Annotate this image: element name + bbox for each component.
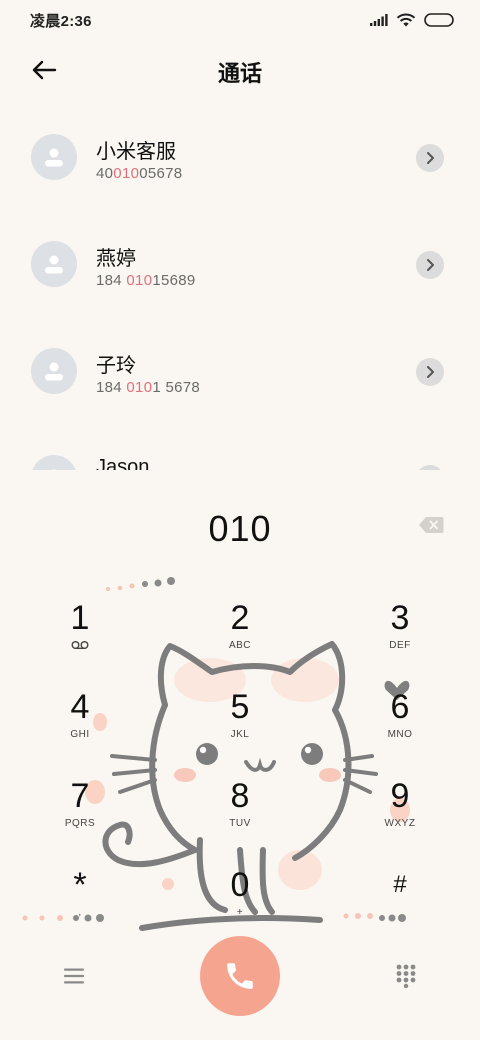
key-digit: 9	[390, 777, 410, 815]
person-icon	[51, 469, 57, 470]
key-8[interactable]: 8 TUV	[185, 768, 295, 848]
wifi-icon	[396, 13, 416, 27]
key-9[interactable]: 9 WXYZ	[345, 768, 455, 848]
list-item[interactable]: Jason	[0, 425, 480, 470]
contact-list[interactable]: 小米客服 4001005678 燕婷 184 01015689 子玲 184 0…	[0, 104, 480, 470]
contact-number: 184 0101 5678	[96, 379, 201, 396]
key-digit: 8	[230, 777, 250, 815]
key-digit: *	[73, 866, 87, 904]
key-letters	[71, 640, 89, 652]
key-letters: JKL	[230, 729, 250, 740]
person-icon	[45, 255, 63, 274]
contact-name: 燕婷	[96, 248, 136, 270]
key-digit: 4	[70, 688, 90, 726]
avatar	[31, 241, 77, 287]
contact-detail-button[interactable]	[416, 144, 444, 172]
backspace-icon	[419, 517, 444, 533]
contact-detail-button[interactable]	[416, 358, 444, 386]
contact-name: 子玲	[96, 355, 136, 377]
key-letters: ,	[78, 907, 82, 918]
page-title: 通话	[217, 61, 262, 86]
key-digit: 6	[390, 688, 410, 726]
phone-icon	[227, 963, 253, 989]
chevron-right-icon	[427, 366, 434, 378]
contact-name: 小米客服	[96, 141, 176, 163]
key-letters: GHI	[70, 729, 90, 740]
voicemail-icon	[71, 641, 89, 650]
backspace-button[interactable]	[418, 516, 444, 536]
key-letters: ABC	[228, 640, 252, 651]
key-letters: PQRS	[64, 818, 96, 829]
contact-number: 4001005678	[96, 165, 183, 182]
dialpad: 1 2 ABC 3 DEF 4 GHI 5 JKL 6 MNO 7 PQRS 8…	[0, 590, 480, 930]
avatar	[31, 134, 77, 180]
signal-icon	[370, 14, 388, 26]
chevron-right-icon	[427, 152, 434, 164]
person-icon	[45, 148, 63, 167]
key-2[interactable]: 2 ABC	[185, 590, 295, 670]
menu-icon	[64, 968, 84, 984]
bottom-bar	[0, 930, 480, 1040]
avatar	[31, 455, 77, 470]
key-digit: 5	[230, 688, 250, 726]
key-digit: 1	[70, 599, 90, 637]
key-star[interactable]: * ,	[25, 857, 135, 937]
key-7[interactable]: 7 PQRS	[25, 768, 135, 848]
key-0[interactable]: 0 +	[185, 857, 295, 937]
key-digit: 3	[390, 599, 410, 637]
contact-number: 184 01015689	[96, 272, 196, 289]
key-hash[interactable]: #	[345, 857, 455, 937]
key-5[interactable]: 5 JKL	[185, 679, 295, 759]
contact-detail-button[interactable]	[416, 251, 444, 279]
person-icon	[45, 362, 63, 381]
list-item[interactable]: 子玲 184 0101 5678	[0, 318, 480, 424]
key-digit: 2	[230, 599, 250, 637]
status-bar: 凌晨2:36	[0, 0, 480, 40]
key-digit: 7	[70, 777, 90, 815]
key-letters: WXYZ	[384, 818, 416, 829]
menu-button[interactable]	[58, 962, 90, 990]
call-button[interactable]	[200, 936, 280, 1016]
chevron-right-icon	[427, 259, 434, 271]
dialer-display: 010	[0, 500, 480, 556]
key-4[interactable]: 4 GHI	[25, 679, 135, 759]
key-6[interactable]: 6 MNO	[345, 679, 455, 759]
header: 通话	[0, 48, 480, 92]
key-letters: MNO	[387, 729, 413, 740]
key-letters: DEF	[389, 640, 411, 651]
contact-detail-button[interactable]	[416, 465, 444, 470]
contact-name: Jason	[96, 456, 150, 470]
dialpad-icon	[396, 964, 416, 988]
key-letters: +	[236, 907, 244, 918]
key-letters: TUV	[229, 818, 251, 829]
dialed-number: 010	[208, 508, 272, 549]
list-item[interactable]: 燕婷 184 01015689	[0, 211, 480, 317]
list-item[interactable]: 小米客服 4001005678	[0, 104, 480, 210]
status-icons	[370, 13, 454, 27]
avatar	[31, 348, 77, 394]
key-digit: 0	[230, 866, 250, 904]
key-digit: #	[393, 871, 407, 898]
key-1[interactable]: 1	[25, 590, 135, 670]
key-3[interactable]: 3 DEF	[345, 590, 455, 670]
dialpad-toggle-button[interactable]	[390, 960, 422, 992]
status-time: 凌晨2:36	[30, 12, 92, 30]
battery-icon	[424, 13, 454, 27]
